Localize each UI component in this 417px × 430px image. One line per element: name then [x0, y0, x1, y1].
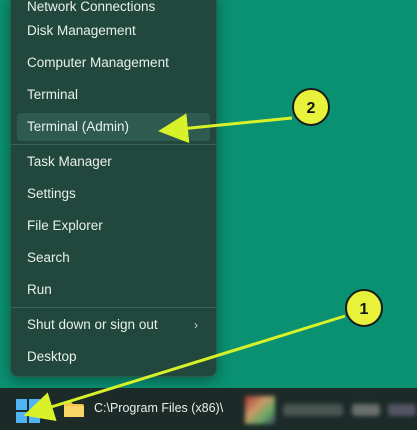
winx-context-menu: Network Connections Disk Management Comp…	[10, 0, 217, 377]
menu-item-run[interactable]: Run	[17, 276, 210, 304]
menu-item-terminal-admin[interactable]: Terminal (Admin)	[17, 113, 210, 141]
blurred-taskbar-item	[283, 404, 343, 416]
menu-item-computer-management[interactable]: Computer Management	[17, 49, 210, 77]
chevron-right-icon: ›	[194, 318, 198, 332]
menu-item-label: Settings	[27, 186, 76, 201]
menu-item-label: Shut down or sign out	[27, 317, 158, 332]
menu-item-label: Task Manager	[27, 154, 112, 169]
menu-item-shut-down-or-sign-out[interactable]: Shut down or sign out ›	[17, 311, 210, 339]
start-button[interactable]	[16, 399, 40, 423]
menu-item-task-manager[interactable]: Task Manager	[17, 148, 210, 176]
menu-item-label: File Explorer	[27, 218, 103, 233]
menu-item-file-explorer[interactable]: File Explorer	[17, 212, 210, 240]
blurred-taskbar-item	[352, 404, 380, 416]
folder-icon[interactable]	[63, 401, 85, 418]
taskbar: C:\Program Files (x86)\F	[0, 388, 417, 430]
menu-item-label: Search	[27, 250, 70, 265]
menu-item-label: Desktop	[27, 349, 77, 364]
menu-item-desktop[interactable]: Desktop	[17, 343, 210, 371]
blurred-taskbar-item	[388, 404, 416, 416]
menu-item-terminal[interactable]: Terminal	[17, 81, 210, 109]
menu-separator	[11, 144, 216, 145]
menu-item-label: Computer Management	[27, 55, 169, 70]
menu-item-label: Run	[27, 282, 52, 297]
taskbar-app-label[interactable]: C:\Program Files (x86)\F	[94, 401, 224, 415]
menu-separator	[11, 307, 216, 308]
menu-item-label: Terminal	[27, 87, 79, 102]
menu-item-label: Disk Management	[27, 23, 136, 38]
menu-item-label: Network Connections	[27, 0, 156, 14]
menu-item-label: Terminal (Admin)	[27, 119, 130, 134]
menu-item-disk-management[interactable]: Disk Management	[17, 17, 210, 45]
windows-logo-icon	[16, 399, 40, 423]
blurred-app-icon[interactable]	[245, 396, 275, 424]
menu-item-settings[interactable]: Settings	[17, 180, 210, 208]
menu-item-search[interactable]: Search	[17, 244, 210, 272]
